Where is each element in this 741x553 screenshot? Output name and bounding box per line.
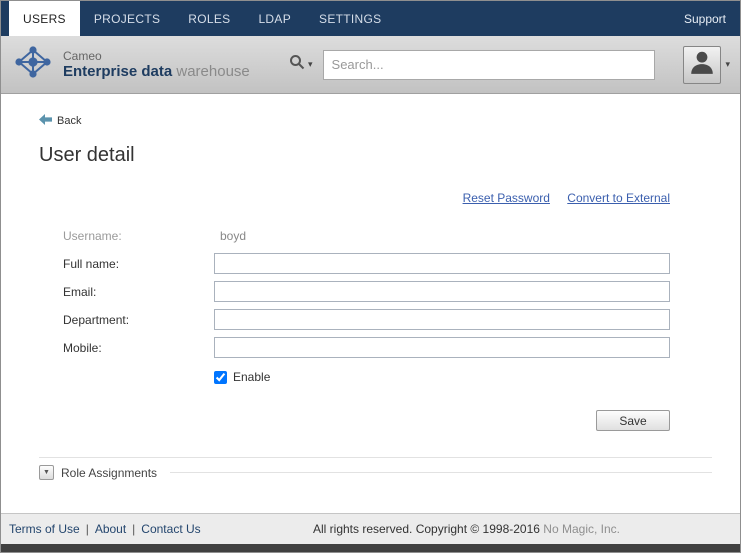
search-icon — [289, 54, 305, 75]
copyright-notice: All rights reserved. Copyright © 1998-20… — [313, 522, 540, 536]
role-assignments-section: ▼ Role Assignments — [39, 457, 712, 480]
logo-line1: Cameo — [63, 50, 250, 63]
search-scope-selector[interactable]: ▾ — [289, 54, 313, 75]
separator: | — [86, 522, 89, 536]
tab-projects[interactable]: PROJECTS — [80, 1, 174, 36]
contact-us-link[interactable]: Contact Us — [141, 522, 200, 536]
logo-line2-bold: Enterprise data — [63, 63, 172, 80]
back-arrow-icon — [39, 114, 52, 128]
user-menu[interactable]: ▾ — [683, 46, 730, 84]
triangle-down-icon: ▼ — [43, 469, 50, 476]
chevron-down-icon: ▾ — [308, 60, 313, 69]
reset-password-link[interactable]: Reset Password — [463, 191, 550, 205]
company-name: No Magic, Inc. — [543, 522, 620, 536]
main-content: Back User detail Reset Password Convert … — [1, 94, 740, 513]
app-header: Cameo Enterprise data warehouse ▾ — [1, 36, 740, 94]
footer-links: Terms of Use | About | Contact Us — [9, 522, 201, 536]
cameo-network-icon — [11, 42, 55, 87]
collapse-toggle-button[interactable]: ▼ — [39, 465, 54, 480]
save-button[interactable]: Save — [596, 410, 670, 431]
support-link[interactable]: Support — [670, 1, 740, 36]
logo-line2-rest: warehouse — [172, 63, 250, 80]
avatar[interactable] — [683, 46, 721, 84]
separator: | — [132, 522, 135, 536]
user-silhouette-icon — [688, 48, 716, 81]
username-row: Username: boyd — [39, 225, 670, 246]
mobile-row: Mobile: — [39, 337, 670, 358]
email-label: Email: — [39, 285, 214, 299]
convert-to-external-link[interactable]: Convert to External — [567, 191, 670, 205]
enable-label: Enable — [233, 370, 270, 384]
about-link[interactable]: About — [95, 522, 126, 536]
department-label: Department: — [39, 313, 214, 327]
username-value: boyd — [214, 229, 246, 243]
page-title: User detail — [39, 144, 712, 167]
tab-ldap[interactable]: LDAP — [244, 1, 305, 36]
save-row: Save — [39, 410, 670, 431]
search-input[interactable] — [323, 50, 655, 80]
mobile-label: Mobile: — [39, 341, 214, 355]
mobile-field[interactable] — [214, 337, 670, 358]
email-field[interactable] — [214, 281, 670, 302]
window-bottom-bar — [1, 544, 740, 552]
role-assignments-label: Role Assignments — [61, 466, 157, 480]
tab-roles[interactable]: ROLES — [174, 1, 244, 36]
tab-settings[interactable]: SETTINGS — [305, 1, 395, 36]
copyright-text: All rights reserved. Copyright © 1998-20… — [313, 522, 620, 536]
full-name-field[interactable] — [214, 253, 670, 274]
app-footer: Terms of Use | About | Contact Us All ri… — [1, 513, 740, 544]
app-window: USERS PROJECTS ROLES LDAP SETTINGS Suppo… — [0, 0, 741, 553]
logo-text: Cameo Enterprise data warehouse — [63, 50, 250, 80]
full-name-row: Full name: — [39, 253, 670, 274]
app-logo: Cameo Enterprise data warehouse — [11, 42, 289, 87]
tab-users[interactable]: USERS — [9, 1, 80, 36]
department-row: Department: — [39, 309, 670, 330]
action-links: Reset Password Convert to External — [39, 191, 670, 205]
logo-line2: Enterprise data warehouse — [63, 63, 250, 80]
back-link[interactable]: Back — [39, 114, 81, 128]
section-divider — [170, 472, 712, 473]
enable-row: Enable — [214, 370, 670, 384]
enable-checkbox[interactable] — [214, 371, 227, 384]
department-field[interactable] — [214, 309, 670, 330]
terms-of-use-link[interactable]: Terms of Use — [9, 522, 80, 536]
user-detail-form: Reset Password Convert to External Usern… — [39, 191, 670, 431]
full-name-label: Full name: — [39, 257, 214, 271]
username-label: Username: — [39, 229, 214, 243]
back-label: Back — [57, 115, 81, 127]
top-navigation: USERS PROJECTS ROLES LDAP SETTINGS Suppo… — [1, 1, 740, 36]
email-row: Email: — [39, 281, 670, 302]
chevron-down-icon: ▾ — [725, 60, 730, 69]
